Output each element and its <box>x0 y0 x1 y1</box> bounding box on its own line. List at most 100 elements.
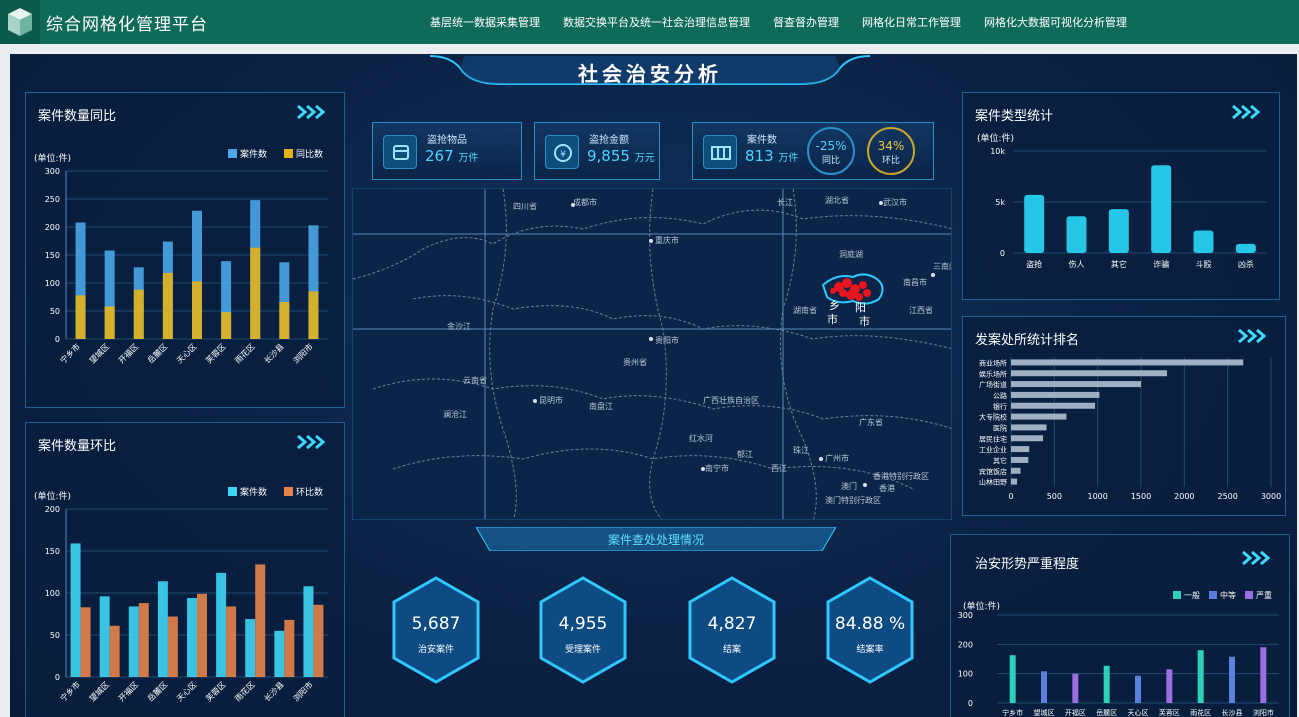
chevron-right-icon <box>1238 329 1267 343</box>
map-label: 长江 <box>777 198 793 207</box>
bar-一般 <box>1197 650 1204 703</box>
nav-item-big-data[interactable]: 网格化大数据可视化分析管理 <box>984 14 1127 30</box>
chevron-right-icon <box>297 435 326 449</box>
map-label: 湖北省 <box>825 196 849 205</box>
title-band: 社会治安分析 <box>430 54 870 88</box>
logo-cube-icon <box>0 0 40 44</box>
y-tick-label: 200 <box>45 505 60 514</box>
chart-case-type: (单位:件) 0 5k 10k 盗抢 伤人 其它 诈骗 斗殴 凶杀 <box>977 132 1267 269</box>
bar-环比数 <box>255 564 266 677</box>
y-tick-label: 50 <box>50 631 60 640</box>
map-label: 贵阳市 <box>655 336 679 345</box>
bar-环比数 <box>109 625 120 677</box>
map-label: 江西省 <box>909 306 933 315</box>
nav-item-daily-work[interactable]: 网格化日常工作管理 <box>862 14 961 30</box>
map-label: 武汉市 <box>883 198 907 207</box>
x-tick-label: 伤人 <box>1069 259 1085 269</box>
bar-中等 <box>1229 656 1235 703</box>
chevron-right-icon <box>1232 105 1261 119</box>
map-label: 湖南省 <box>793 306 817 315</box>
map-label: 昆明市 <box>539 396 563 405</box>
legend-label: 环比数 <box>296 486 323 498</box>
bar <box>1024 194 1045 253</box>
bar-案件数 <box>99 596 110 677</box>
chart-security-severity: (单位:件)0100200300宁乡市 望城区 开福区 岳麓区 天心区 芙蓉区 雨花区 长沙县… <box>958 590 1279 717</box>
yoy-value: -25% <box>815 139 847 153</box>
map-view[interactable]: 四川省 成都市 重庆市 湖北省 武汉市 长江 南昌市 江西省 湖南省 贵阳市 贵… <box>352 188 952 520</box>
bar-案件数 <box>216 572 227 677</box>
x-tick-label: 望城区 <box>87 679 111 703</box>
unit-label: (单位:件) <box>34 490 71 502</box>
legend-label: 同比数 <box>296 148 323 160</box>
map-label: 重庆市 <box>655 236 679 245</box>
x-tick-label: 雨花区 <box>233 679 257 703</box>
y-tick-label: 250 <box>45 195 60 204</box>
unit-label: (单位:件) <box>977 132 1014 144</box>
y-tick-label: 居民住宅 <box>979 434 1007 443</box>
hex-public-security-cases: 5,687 治安案件 <box>388 574 484 686</box>
bar-案件数 <box>70 543 81 677</box>
panel-title: 案件类型统计 <box>975 109 1054 124</box>
nav-item-data-exchange[interactable]: 数据交换平台及统一社会治理信息管理 <box>563 14 750 30</box>
bar-一般 <box>1103 665 1110 703</box>
y-tick-label: 商业场所 <box>979 358 1007 367</box>
x-tick-label: 宁乡市 <box>58 679 82 703</box>
y-tick-label: 50 <box>50 307 60 316</box>
x-tick-label: 1000 <box>1087 492 1107 501</box>
hex-label: 结案 <box>722 645 741 655</box>
legend-swatch <box>228 149 237 158</box>
bar-同比数 <box>192 281 202 339</box>
y-tick-label: 0 <box>55 673 60 682</box>
stat-label: 盗抢物品 <box>427 135 467 146</box>
x-tick-label: 其它 <box>1111 259 1127 269</box>
x-tick-label: 凶杀 <box>1238 259 1254 269</box>
bar-同比数 <box>162 272 173 339</box>
x-tick-label: 天心区 <box>1128 709 1149 717</box>
nav-item-data-collection[interactable]: 基层统一数据采集管理 <box>430 14 540 30</box>
hex-accepted-cases: 4,955 受理案件 <box>535 574 631 686</box>
legend-swatch <box>284 487 293 496</box>
bar-同比数 <box>221 312 232 339</box>
chart-case-yoy: (单位:件) 0 50 100 150 200 250 300 宁乡市 望城区 开福区 岳麓区 天心区芙… <box>34 148 328 365</box>
x-tick-label: 浏阳市 <box>291 341 315 365</box>
x-tick-label: 天心区 <box>175 680 198 703</box>
legend-label: 中等 <box>1220 590 1236 600</box>
bar-同比数 <box>75 295 86 339</box>
map-label: 澳门 <box>841 482 857 491</box>
bar-中等 <box>1041 671 1047 703</box>
x-tick-label: 盗抢 <box>1026 259 1042 269</box>
bar <box>1011 413 1067 420</box>
x-tick-label: 芙蓉区 <box>1159 708 1180 717</box>
stat-stolen-items: 盗抢物品 267 万件 <box>372 122 522 180</box>
y-tick-label: 300 <box>45 167 60 176</box>
bar-环比数 <box>313 604 324 677</box>
y-tick-label: 其它 <box>993 456 1007 465</box>
bar-同比数 <box>308 291 319 339</box>
bar-同比数 <box>250 247 261 339</box>
nav-item-supervision[interactable]: 督查督办管理 <box>773 14 839 30</box>
y-tick-label: 10k <box>990 147 1005 156</box>
x-tick-label: 岳麓区 <box>145 341 169 365</box>
panel-title: 治安形势严重程度 <box>975 557 1080 572</box>
panel-title: 案件数量环比 <box>38 439 117 454</box>
legend-swatch <box>284 149 293 158</box>
panel-case-yoy: 案件数量同比 (单位:件) 0 50 100 150 200 250 300 宁乡市 望城区 开福区… <box>25 92 345 408</box>
x-tick-label: 长沙县 <box>262 679 286 703</box>
map-label: 南盘江 <box>589 402 613 411</box>
x-tick-label: 2000 <box>1174 492 1194 501</box>
map-label: 郁江 <box>737 450 753 459</box>
x-tick-label: 宁乡市 <box>58 341 82 365</box>
stat-label: 盗抢金额 <box>589 135 629 146</box>
map-label: 广州市 <box>825 454 849 463</box>
y-tick-label: 200 <box>45 223 60 232</box>
legend-swatch <box>1245 591 1253 599</box>
bar <box>1108 209 1129 253</box>
svg-text:¥: ¥ <box>560 150 566 160</box>
map-label: 贵州省 <box>623 358 647 367</box>
x-tick-label: 岳麓区 <box>145 679 169 703</box>
bar-案件数 <box>157 581 168 677</box>
bar <box>1193 230 1214 253</box>
x-tick-label: 斗殴 <box>1196 260 1212 269</box>
y-tick-label: 200 <box>958 640 973 649</box>
map-label: 西江 <box>771 464 787 473</box>
